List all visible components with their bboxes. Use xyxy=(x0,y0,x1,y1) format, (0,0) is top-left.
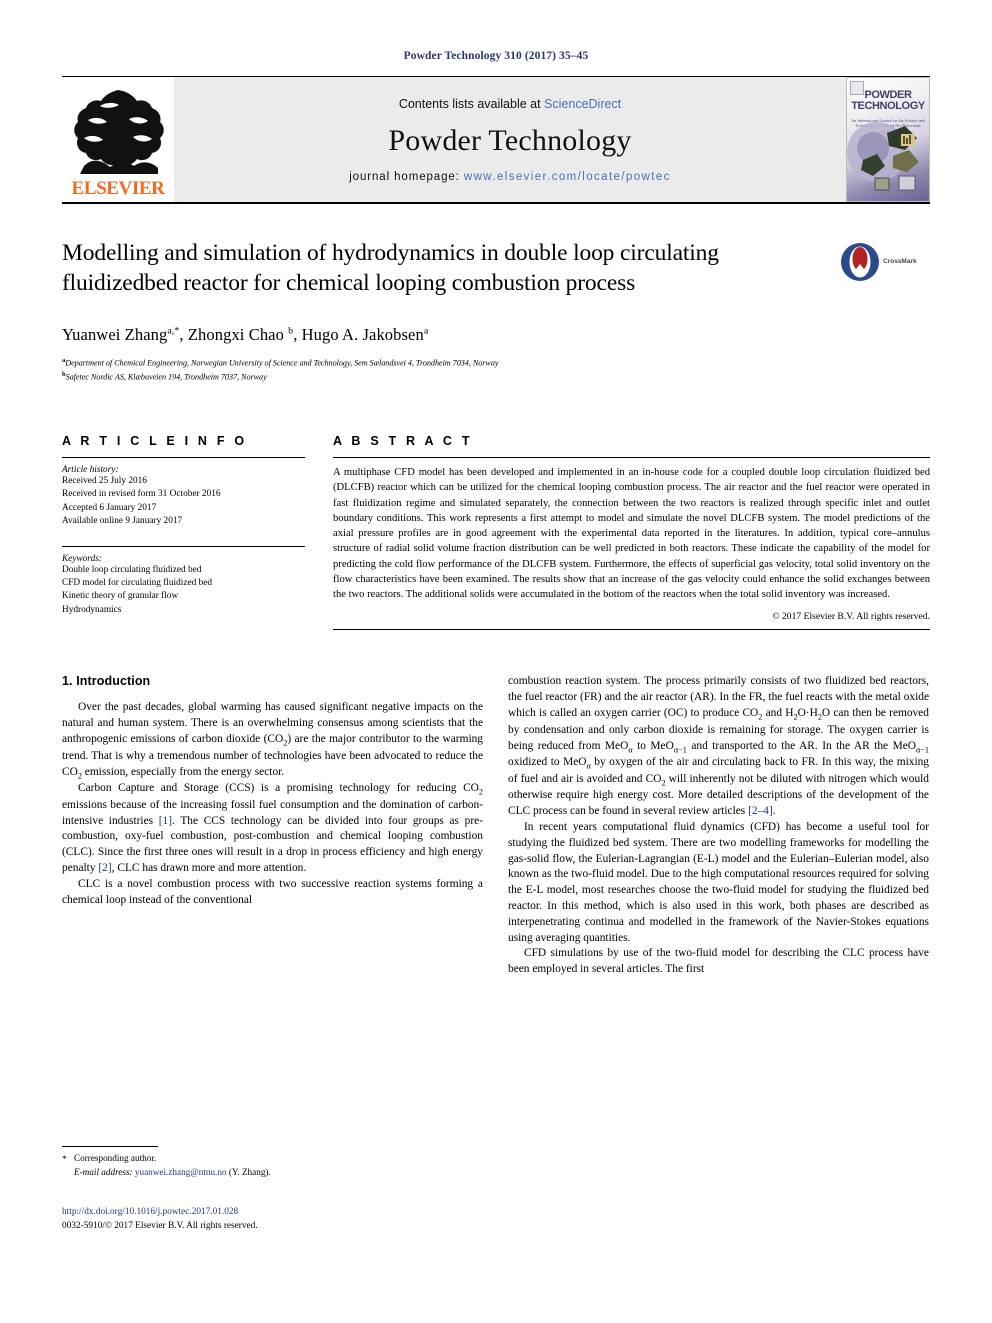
journal-header-center: Contents lists available at ScienceDirec… xyxy=(174,77,846,202)
keyword-1: CFD model for circulating fluidized bed xyxy=(62,578,213,589)
paragraph: In recent years computational fluid dyna… xyxy=(508,821,929,944)
footer-info: http://dx.doi.org/10.1016/j.powtec.2017.… xyxy=(62,1206,258,1234)
footnote-rule xyxy=(62,1146,158,1147)
header-bottom-rule xyxy=(62,202,930,204)
journal-header-band: ELSEVIER Contents lists available at Sci… xyxy=(62,77,930,202)
crossmark-badge[interactable]: CrossMark xyxy=(840,240,930,284)
info-abstract-row: A R T I C L E I N F O Article history: R… xyxy=(62,434,930,631)
email-label: E-mail address: xyxy=(74,1166,133,1177)
paragraph: Carbon Capture and Storage (CCS) is a pr… xyxy=(62,782,483,874)
email-note: E-mail address: yuanwei.zhang@ntnu.no (Y… xyxy=(62,1166,483,1180)
footnote-star: * xyxy=(62,1154,67,1164)
contents-lists-line: Contents lists available at ScienceDirec… xyxy=(399,97,621,111)
issn-copyright-line: 0032-5910/© 2017 Elsevier B.V. All right… xyxy=(62,1220,258,1231)
article-history-2: Accepted 6 January 2017 xyxy=(62,502,157,513)
footnote-block: * Corresponding author. E-mail address: … xyxy=(62,1146,483,1180)
doi-link[interactable]: http://dx.doi.org/10.1016/j.powtec.2017.… xyxy=(62,1206,258,1220)
journal-cover-thumbnail: POWDER TECHNOLOGY An International Journ… xyxy=(846,77,930,202)
body-column-right: combustion reaction system. The process … xyxy=(508,674,929,978)
abstract-bottom-rule xyxy=(333,629,930,631)
corresponding-author-note: * Corresponding author. xyxy=(62,1152,483,1166)
cover-artwork xyxy=(847,122,919,191)
author-list: Yuanwei Zhanga,*, Zhongxi Chao b, Hugo A… xyxy=(62,325,429,345)
paragraph: CLC is a novel combustion process with t… xyxy=(62,877,483,906)
running-head: Powder Technology 310 (2017) 35–45 xyxy=(403,50,589,62)
article-info-rule xyxy=(62,457,305,459)
abstract-copyright: © 2017 Elsevier B.V. All rights reserved… xyxy=(772,611,930,623)
elsevier-wordmark: ELSEVIER xyxy=(71,178,165,199)
sciencedirect-link[interactable]: ScienceDirect xyxy=(544,97,621,111)
journal-homepage-link[interactable]: www.elsevier.com/locate/powtec xyxy=(464,171,671,183)
crossmark-icon xyxy=(841,243,879,281)
homepage-prefix: journal homepage: xyxy=(349,170,464,183)
keywords-rule xyxy=(62,545,305,547)
abstract-heading: A B S T R A C T xyxy=(333,434,473,449)
paper-page: Powder Technology 310 (2017) 35–45 ELSEV… xyxy=(0,0,992,1323)
title-block: Modelling and simulation of hydrodynamic… xyxy=(62,238,930,384)
crossmark-label: CrossMark xyxy=(883,257,917,265)
keywords-label: Keywords: xyxy=(62,553,102,564)
keyword-0: Double loop circulating fluidized bed xyxy=(62,564,202,575)
journal-homepage-line: journal homepage: www.elsevier.com/locat… xyxy=(349,171,671,183)
article-history-0: Received 25 July 2016 xyxy=(62,476,147,487)
body-columns: 1. Introduction Over the past decades, g… xyxy=(62,674,930,978)
article-history-label: Article history: xyxy=(62,465,119,476)
page-title: Modelling and simulation of hydrodynamic… xyxy=(62,240,719,297)
journal-name: Powder Technology xyxy=(388,123,632,157)
article-history-1: Received in revised form 31 October 2016 xyxy=(62,489,221,500)
article-history-3: Available online 9 January 2017 xyxy=(62,515,183,526)
abstract-text: A multiphase CFD model has been develope… xyxy=(333,467,930,601)
abstract-column: A B S T R A C T A multiphase CFD model h… xyxy=(333,434,930,631)
contents-prefix: Contents lists available at xyxy=(398,96,545,111)
section-heading-introduction: 1. Introduction xyxy=(62,674,151,689)
paragraph: combustion reaction system. The process … xyxy=(508,675,930,818)
keyword-3: Hydrodynamics xyxy=(62,604,122,615)
affiliation-a-text: Department of Chemical Engineering, Norw… xyxy=(65,358,499,368)
affiliation-b: bSafetec Nordic AS, Klæbuveien 194, Tron… xyxy=(62,371,267,382)
corresponding-author-text: Corresponding author. xyxy=(74,1153,157,1163)
email-suffix: (Y. Zhang). xyxy=(228,1166,271,1177)
keyword-2: Kinetic theory of granular flow xyxy=(62,591,179,602)
affiliation-b-text: Safetec Nordic AS, Klæbuveien 194, Trond… xyxy=(65,372,267,382)
paragraph: CFD simulations by use of the two-fluid … xyxy=(508,947,929,976)
elsevier-logo: ELSEVIER xyxy=(62,77,174,202)
abstract-rule xyxy=(333,457,930,459)
article-info-column: A R T I C L E I N F O Article history: R… xyxy=(62,434,305,630)
body-column-left: 1. Introduction Over the past decades, g… xyxy=(62,674,483,978)
elsevier-tree-icon xyxy=(74,90,164,174)
affiliation-a: aDepartment of Chemical Engineering, Nor… xyxy=(62,357,499,368)
article-info-heading: A R T I C L E I N F O xyxy=(62,434,248,449)
paragraph: Over the past decades, global warming ha… xyxy=(62,701,484,780)
email-link[interactable]: yuanwei.zhang@ntnu.no xyxy=(135,1167,227,1177)
